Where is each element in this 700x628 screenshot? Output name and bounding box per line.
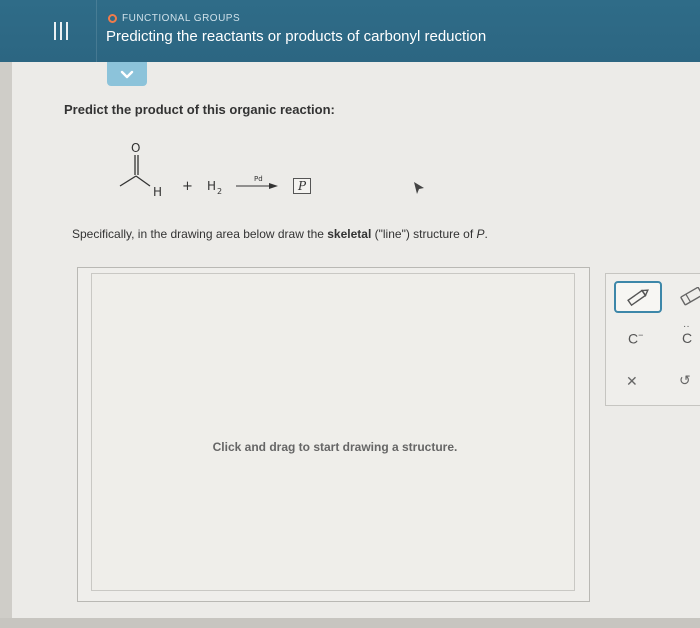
carbanion-tool-button[interactable]: C− bbox=[628, 330, 643, 347]
tool-label: C bbox=[628, 330, 639, 347]
question-prompt: Predict the product of this organic reac… bbox=[64, 102, 335, 117]
tool-label-wrap: C ·· bbox=[682, 321, 693, 346]
catalyst-label: Pd bbox=[254, 175, 263, 183]
reagent-label: H bbox=[207, 179, 216, 193]
atom-label-h: H bbox=[153, 185, 162, 199]
instruction-part: Specifically, in the drawing area below … bbox=[72, 227, 328, 241]
menu-icon[interactable] bbox=[50, 18, 72, 44]
tool-label: C bbox=[682, 330, 693, 346]
eraser-tool-button[interactable] bbox=[676, 287, 700, 307]
instruction-part: . bbox=[484, 227, 488, 241]
reaction-scheme: O H + H 2 Pd bbox=[108, 138, 328, 208]
topic-row: FUNCTIONAL GROUPS bbox=[108, 13, 240, 24]
tool-charge: − bbox=[638, 330, 644, 340]
instruction-text: Specifically, in the drawing area below … bbox=[72, 227, 488, 241]
eraser-icon bbox=[680, 287, 700, 306]
topic-status-icon bbox=[108, 14, 117, 23]
product-label: P bbox=[293, 178, 311, 194]
page-title: Predicting the reactants or products of … bbox=[106, 28, 487, 45]
atom-label-o: O bbox=[131, 141, 140, 155]
pencil-icon bbox=[627, 289, 649, 307]
arrow-head-icon bbox=[269, 183, 278, 189]
bottom-edge bbox=[0, 618, 700, 628]
drawing-canvas[interactable] bbox=[77, 267, 590, 602]
pencil-tool-button[interactable] bbox=[614, 281, 662, 313]
drawing-hint: Click and drag to start drawing a struct… bbox=[212, 440, 458, 454]
top-header: FUNCTIONAL GROUPS Predicting the reactan… bbox=[0, 0, 700, 62]
instruction-italic: P bbox=[476, 227, 485, 241]
drawing-canvas-inner[interactable] bbox=[91, 273, 575, 591]
chevron-down-icon bbox=[120, 70, 134, 78]
close-icon[interactable]: ✕ bbox=[626, 374, 638, 390]
topic-label: FUNCTIONAL GROUPS bbox=[122, 13, 241, 24]
bond-line bbox=[119, 175, 137, 187]
undo-icon[interactable]: ↺ bbox=[679, 373, 691, 389]
instruction-bold: skeletal bbox=[327, 227, 372, 241]
left-gutter bbox=[0, 62, 12, 628]
lone-pair-tool-button[interactable]: C ·· bbox=[682, 321, 693, 346]
plus-sign: + bbox=[182, 179, 193, 194]
mouse-cursor-icon bbox=[412, 180, 426, 200]
header-divider bbox=[96, 0, 97, 62]
collapse-header-button[interactable] bbox=[107, 62, 147, 86]
bond-line bbox=[135, 175, 151, 187]
instruction-part: ("line") structure of bbox=[371, 227, 477, 241]
tool-dots: ·· bbox=[683, 321, 690, 332]
reagent-subscript: 2 bbox=[217, 187, 222, 196]
